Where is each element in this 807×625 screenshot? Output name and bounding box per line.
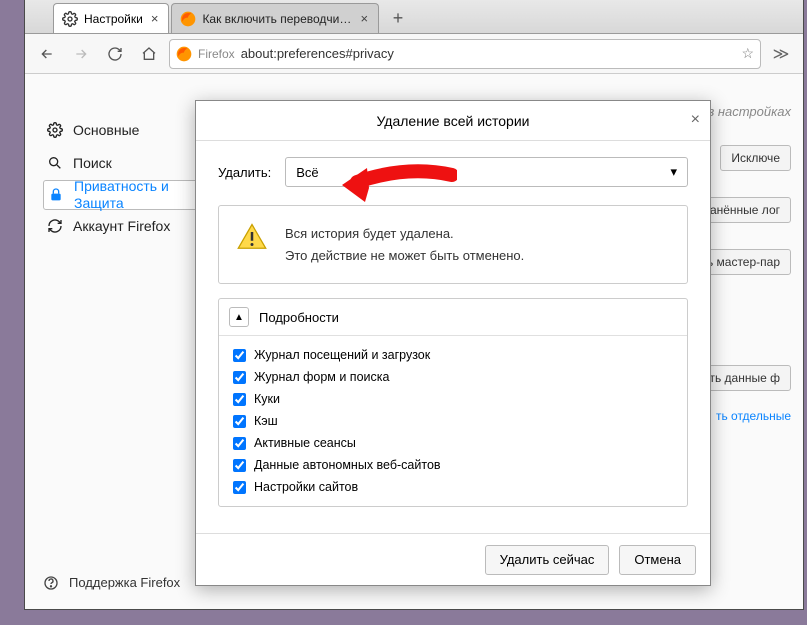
checkbox-label: Куки bbox=[254, 392, 280, 406]
checkbox-input[interactable] bbox=[233, 415, 246, 428]
tab-close-icon[interactable]: × bbox=[358, 11, 370, 26]
details-list[interactable]: Журнал посещений и загрузок Журнал форм … bbox=[219, 336, 687, 506]
manage-cookies-link[interactable]: ть отдельные bbox=[716, 409, 791, 423]
search-icon bbox=[47, 155, 63, 171]
tab-other[interactable]: Как включить переводчик в M × bbox=[171, 3, 379, 33]
reload-button[interactable] bbox=[101, 40, 129, 68]
gear-icon bbox=[47, 122, 63, 138]
checkbox-site-settings[interactable]: Настройки сайтов bbox=[231, 476, 675, 498]
checkbox-label: Настройки сайтов bbox=[254, 480, 358, 494]
new-tab-button[interactable]: + bbox=[385, 5, 411, 31]
checkbox-cookies[interactable]: Куки bbox=[231, 388, 675, 410]
time-range-row: Удалить: Всё ▾ bbox=[218, 157, 688, 187]
sidebar-label: Приватность и Защита bbox=[74, 178, 200, 212]
cancel-button[interactable]: Отмена bbox=[619, 545, 696, 575]
support-label: Поддержка Firefox bbox=[69, 575, 180, 591]
bookmark-star-icon[interactable]: ☆ bbox=[741, 45, 754, 62]
checkbox-input[interactable] bbox=[233, 349, 246, 362]
checkbox-offline[interactable]: Данные автономных веб-сайтов bbox=[231, 454, 675, 476]
checkbox-label: Журнал посещений и загрузок bbox=[254, 348, 430, 362]
sidebar-item-privacy[interactable]: Приватность и Защита bbox=[43, 180, 205, 210]
chevron-down-icon: ▾ bbox=[670, 164, 677, 180]
details-header[interactable]: ▲ Подробности bbox=[219, 299, 687, 336]
firefox-icon bbox=[176, 46, 192, 62]
checkbox-input[interactable] bbox=[233, 481, 246, 494]
url-bar[interactable]: Firefox about:preferences#privacy ☆ bbox=[169, 39, 761, 69]
clear-history-dialog: Удаление всей истории × Удалить: Всё ▾ В… bbox=[195, 100, 711, 586]
checkbox-cache[interactable]: Кэш bbox=[231, 410, 675, 432]
url-brand: Firefox bbox=[198, 47, 235, 61]
overflow-menu-icon[interactable]: ≫ bbox=[767, 40, 795, 68]
sidebar-item-search[interactable]: Поиск bbox=[43, 147, 205, 180]
select-value: Всё bbox=[296, 165, 318, 180]
dialog-close-icon[interactable]: × bbox=[691, 111, 700, 129]
details-panel: ▲ Подробности Журнал посещений и загрузо… bbox=[218, 298, 688, 507]
warning-line1: Вся история будет удалена. bbox=[285, 224, 524, 244]
checkbox-label: Активные сеансы bbox=[254, 436, 356, 450]
help-icon bbox=[43, 575, 59, 591]
time-range-select[interactable]: Всё ▾ bbox=[285, 157, 688, 187]
firefox-icon bbox=[180, 11, 196, 27]
tab-label: Как включить переводчик в M bbox=[202, 12, 352, 26]
forward-button[interactable] bbox=[67, 40, 95, 68]
sync-icon bbox=[47, 218, 63, 234]
dialog-title: Удаление всей истории bbox=[376, 113, 529, 129]
warning-box: Вся история будет удалена. Это действие … bbox=[218, 205, 688, 284]
sidebar-label: Основные bbox=[73, 122, 139, 139]
warning-text: Вся история будет удалена. Это действие … bbox=[285, 222, 524, 267]
tab-label: Настройки bbox=[84, 12, 143, 26]
gear-icon bbox=[62, 11, 78, 27]
checkbox-input[interactable] bbox=[233, 459, 246, 472]
checkbox-label: Данные автономных веб-сайтов bbox=[254, 458, 441, 472]
home-button[interactable] bbox=[135, 40, 163, 68]
details-label: Подробности bbox=[259, 310, 339, 325]
sidebar-support-link[interactable]: Поддержка Firefox bbox=[43, 575, 180, 591]
tab-close-icon[interactable]: × bbox=[149, 11, 161, 26]
nav-toolbar: Firefox about:preferences#privacy ☆ ≫ bbox=[25, 34, 803, 74]
sidebar-item-general[interactable]: Основные bbox=[43, 114, 205, 147]
exceptions-button[interactable]: Исключе bbox=[720, 145, 791, 171]
sidebar-item-account[interactable]: Аккаунт Firefox bbox=[43, 210, 205, 243]
collapse-icon[interactable]: ▲ bbox=[229, 307, 249, 327]
checkbox-label: Кэш bbox=[254, 414, 278, 428]
dialog-titlebar: Удаление всей истории × bbox=[196, 101, 710, 141]
settings-sidebar: Основные Поиск Приватность и Защита Акка… bbox=[25, 74, 205, 609]
clear-now-button[interactable]: Удалить сейчас bbox=[485, 545, 610, 575]
checkbox-history[interactable]: Журнал посещений и загрузок bbox=[231, 344, 675, 366]
tab-strip: Настройки × Как включить переводчик в M … bbox=[25, 0, 803, 34]
url-text: about:preferences#privacy bbox=[241, 46, 736, 61]
checkbox-input[interactable] bbox=[233, 437, 246, 450]
checkbox-sessions[interactable]: Активные сеансы bbox=[231, 432, 675, 454]
checkbox-label: Журнал форм и поиска bbox=[254, 370, 389, 384]
sidebar-label: Поиск bbox=[73, 155, 112, 172]
back-button[interactable] bbox=[33, 40, 61, 68]
checkbox-forms[interactable]: Журнал форм и поиска bbox=[231, 366, 675, 388]
tab-settings[interactable]: Настройки × bbox=[53, 3, 169, 33]
checkbox-input[interactable] bbox=[233, 393, 246, 406]
delete-label: Удалить: bbox=[218, 165, 271, 180]
lock-icon bbox=[48, 187, 64, 203]
warning-line2: Это действие не может быть отменено. bbox=[285, 246, 524, 266]
warning-icon bbox=[237, 222, 267, 255]
sidebar-label: Аккаунт Firefox bbox=[73, 218, 170, 235]
dialog-body: Удалить: Всё ▾ Вся история будет удалена… bbox=[196, 141, 710, 533]
dialog-footer: Удалить сейчас Отмена bbox=[196, 533, 710, 585]
checkbox-input[interactable] bbox=[233, 371, 246, 384]
